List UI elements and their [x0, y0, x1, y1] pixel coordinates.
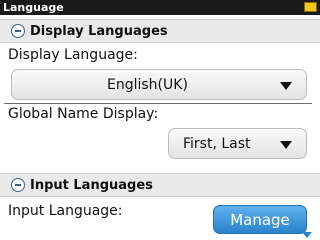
section-header-input-languages[interactable]: Input Languages	[0, 173, 320, 197]
section-header-display-languages[interactable]: Display Languages	[0, 19, 320, 43]
manage-button[interactable]: Manage	[213, 205, 307, 234]
dropdown-arrow-icon	[280, 141, 292, 149]
dropdown-arrow-icon	[280, 82, 292, 90]
display-language-dropdown[interactable]: English(UK)	[11, 69, 307, 100]
display-language-label: Display Language:	[8, 47, 138, 63]
display-language-value: English(UK)	[107, 77, 188, 93]
scroll-down-arrow-icon[interactable]	[302, 232, 312, 238]
global-name-display-dropdown[interactable]: First, Last	[168, 128, 307, 159]
title-bar: Language	[0, 0, 320, 15]
input-language-label: Input Language:	[8, 203, 123, 219]
envelope-icon	[304, 2, 317, 12]
global-name-display-label: Global Name Display:	[8, 106, 159, 122]
divider	[4, 103, 312, 104]
section-title-display: Display Languages	[30, 24, 168, 39]
window-title: Language	[3, 1, 64, 14]
collapse-minus-icon[interactable]	[11, 24, 25, 38]
section-title-input: Input Languages	[30, 178, 153, 193]
collapse-minus-icon[interactable]	[11, 178, 25, 192]
global-name-display-value: First, Last	[183, 136, 251, 152]
